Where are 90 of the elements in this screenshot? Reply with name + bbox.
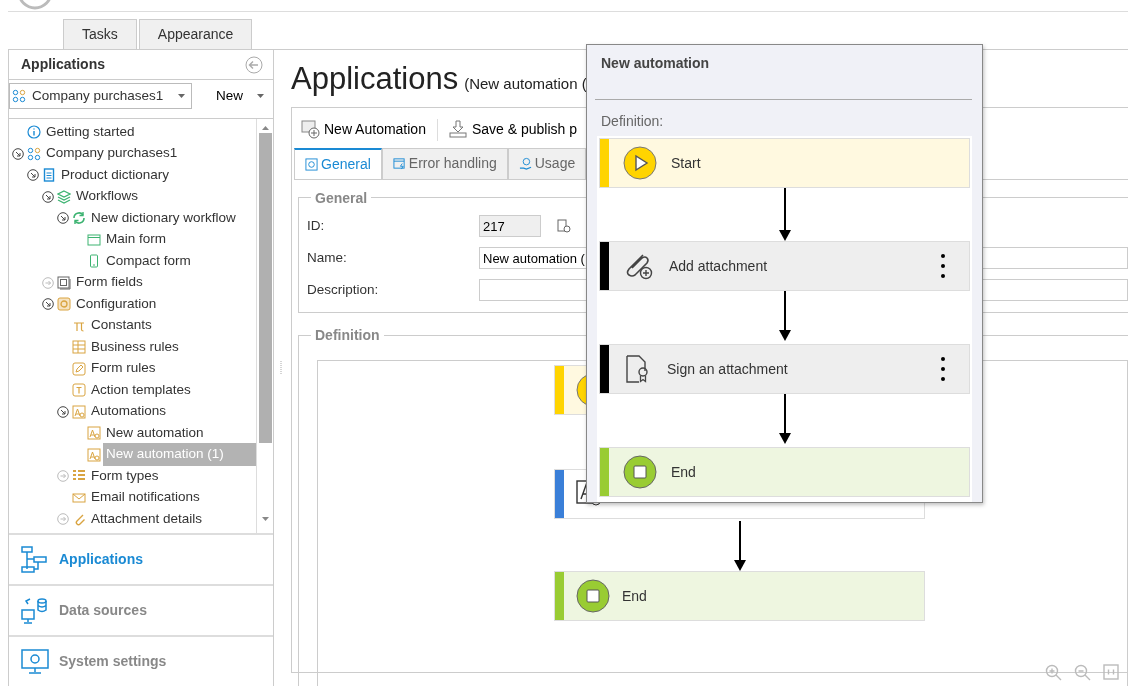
zoom-in-icon[interactable] — [1045, 664, 1062, 682]
actual-size-icon[interactable] — [1103, 664, 1119, 681]
dropdown-caret-icon — [257, 94, 264, 99]
scroll-down-icon[interactable] — [261, 517, 269, 521]
document-icon — [42, 168, 56, 182]
tab[interactable]: General — [294, 147, 382, 179]
automation-icon — [87, 447, 101, 462]
more-options-icon[interactable] — [941, 357, 945, 381]
download-tray-icon — [448, 120, 468, 139]
zoom-out-icon[interactable] — [1074, 664, 1091, 682]
field-label: Description: — [307, 281, 380, 300]
flow-node[interactable]: Sign an attachment — [599, 344, 970, 394]
tree-item[interactable]: Product dictionary — [58, 163, 173, 187]
nav-item[interactable]: Applications — [9, 533, 273, 584]
tree-item[interactable]: Company purchases1 — [43, 142, 181, 165]
envelope-icon — [72, 490, 86, 505]
flow-node[interactable]: End — [554, 571, 925, 622]
tree-item[interactable]: Getting started — [43, 120, 138, 144]
dropdown-caret-icon — [178, 94, 185, 99]
tree-item[interactable]: Form rules — [88, 357, 159, 380]
definition-label: Definition: — [601, 113, 664, 129]
app-select[interactable]: Company purchases1 — [9, 83, 192, 110]
expander-icon[interactable] — [57, 212, 69, 224]
window-bolt-icon — [392, 157, 406, 170]
expander-icon[interactable] — [27, 169, 39, 181]
tree-item[interactable]: Form fields — [73, 271, 146, 294]
more-options-icon[interactable] — [941, 254, 945, 278]
expander-icon[interactable] — [42, 298, 54, 310]
connector-arrow — [777, 291, 792, 341]
tree-item[interactable]: Action templates — [88, 378, 194, 402]
toolbar-button[interactable]: New Automation — [298, 119, 429, 140]
nodes-icon — [12, 89, 26, 104]
tree-item[interactable]: Form types — [88, 464, 162, 488]
tree-item[interactable]: New automation — [103, 421, 207, 445]
tree-item[interactable]: Automations — [88, 400, 170, 423]
pencil-icon — [72, 361, 86, 376]
tab[interactable]: Appearance — [138, 19, 253, 49]
monitor-gear-icon — [19, 646, 51, 677]
tree-item[interactable]: New dictionary workflow — [88, 206, 239, 230]
tree-item[interactable]: Constants — [88, 314, 155, 337]
popup-title: New automation — [600, 54, 711, 73]
refresh-icon — [72, 211, 86, 225]
input-field[interactable]: 217 — [479, 215, 541, 238]
new-item-icon — [301, 120, 320, 139]
page-subtitle: (New automation ( — [464, 75, 587, 92]
tab[interactable]: Error handling — [381, 147, 508, 179]
back-icon[interactable] — [245, 55, 263, 74]
nav-item[interactable]: System settings — [9, 635, 273, 686]
tree-item[interactable]: Business rules — [88, 335, 182, 359]
field-label: Name: — [307, 249, 348, 268]
flow-node[interactable]: Add attachment — [599, 241, 970, 291]
toolbar-button[interactable]: Save & publish p — [445, 119, 581, 140]
tab[interactable]: Tasks — [63, 19, 137, 49]
nodes-icon — [27, 146, 41, 161]
text-icon — [72, 383, 86, 397]
stop-icon — [576, 579, 610, 614]
tree-item[interactable]: Attachment details — [88, 507, 206, 531]
nav-item[interactable]: Data sources — [9, 584, 273, 635]
list-icon — [72, 469, 86, 483]
play-icon — [623, 146, 657, 180]
field-label: ID: — [307, 217, 326, 236]
copy-settings-icon[interactable] — [557, 219, 571, 234]
expander-icon[interactable] — [12, 147, 24, 160]
expander-icon[interactable] — [42, 190, 54, 203]
new-button[interactable]: New — [196, 86, 264, 107]
phone-icon — [87, 254, 101, 268]
scrollbar-thumb[interactable] — [258, 133, 272, 444]
automation-icon — [72, 404, 86, 419]
info-icon — [27, 125, 41, 139]
tree-item[interactable]: Configuration — [73, 292, 160, 316]
flow-node[interactable]: End — [599, 447, 970, 497]
tree-item[interactable]: Workflows — [73, 185, 141, 208]
table-icon — [72, 340, 86, 354]
tab[interactable]: Usage — [507, 147, 587, 179]
sidebar-title: Applications — [21, 55, 105, 74]
connector-arrow — [733, 521, 747, 572]
flow-node[interactable]: Start — [599, 138, 970, 188]
expander-icon[interactable] — [57, 405, 69, 418]
layers-icon — [57, 189, 71, 204]
connector-arrow — [777, 394, 792, 444]
tree-item[interactable]: Email notifications — [88, 486, 203, 509]
tree-item[interactable]: Compact form — [103, 249, 194, 273]
automation-icon — [87, 426, 101, 440]
window-icon — [87, 232, 101, 247]
form-field-icon — [57, 275, 71, 290]
stop-icon — [623, 455, 657, 489]
page-title: Applications — [291, 61, 459, 96]
scroll-up-icon[interactable] — [261, 126, 269, 131]
connector-arrow — [777, 188, 792, 241]
tree-item[interactable]: Main form — [103, 228, 169, 251]
